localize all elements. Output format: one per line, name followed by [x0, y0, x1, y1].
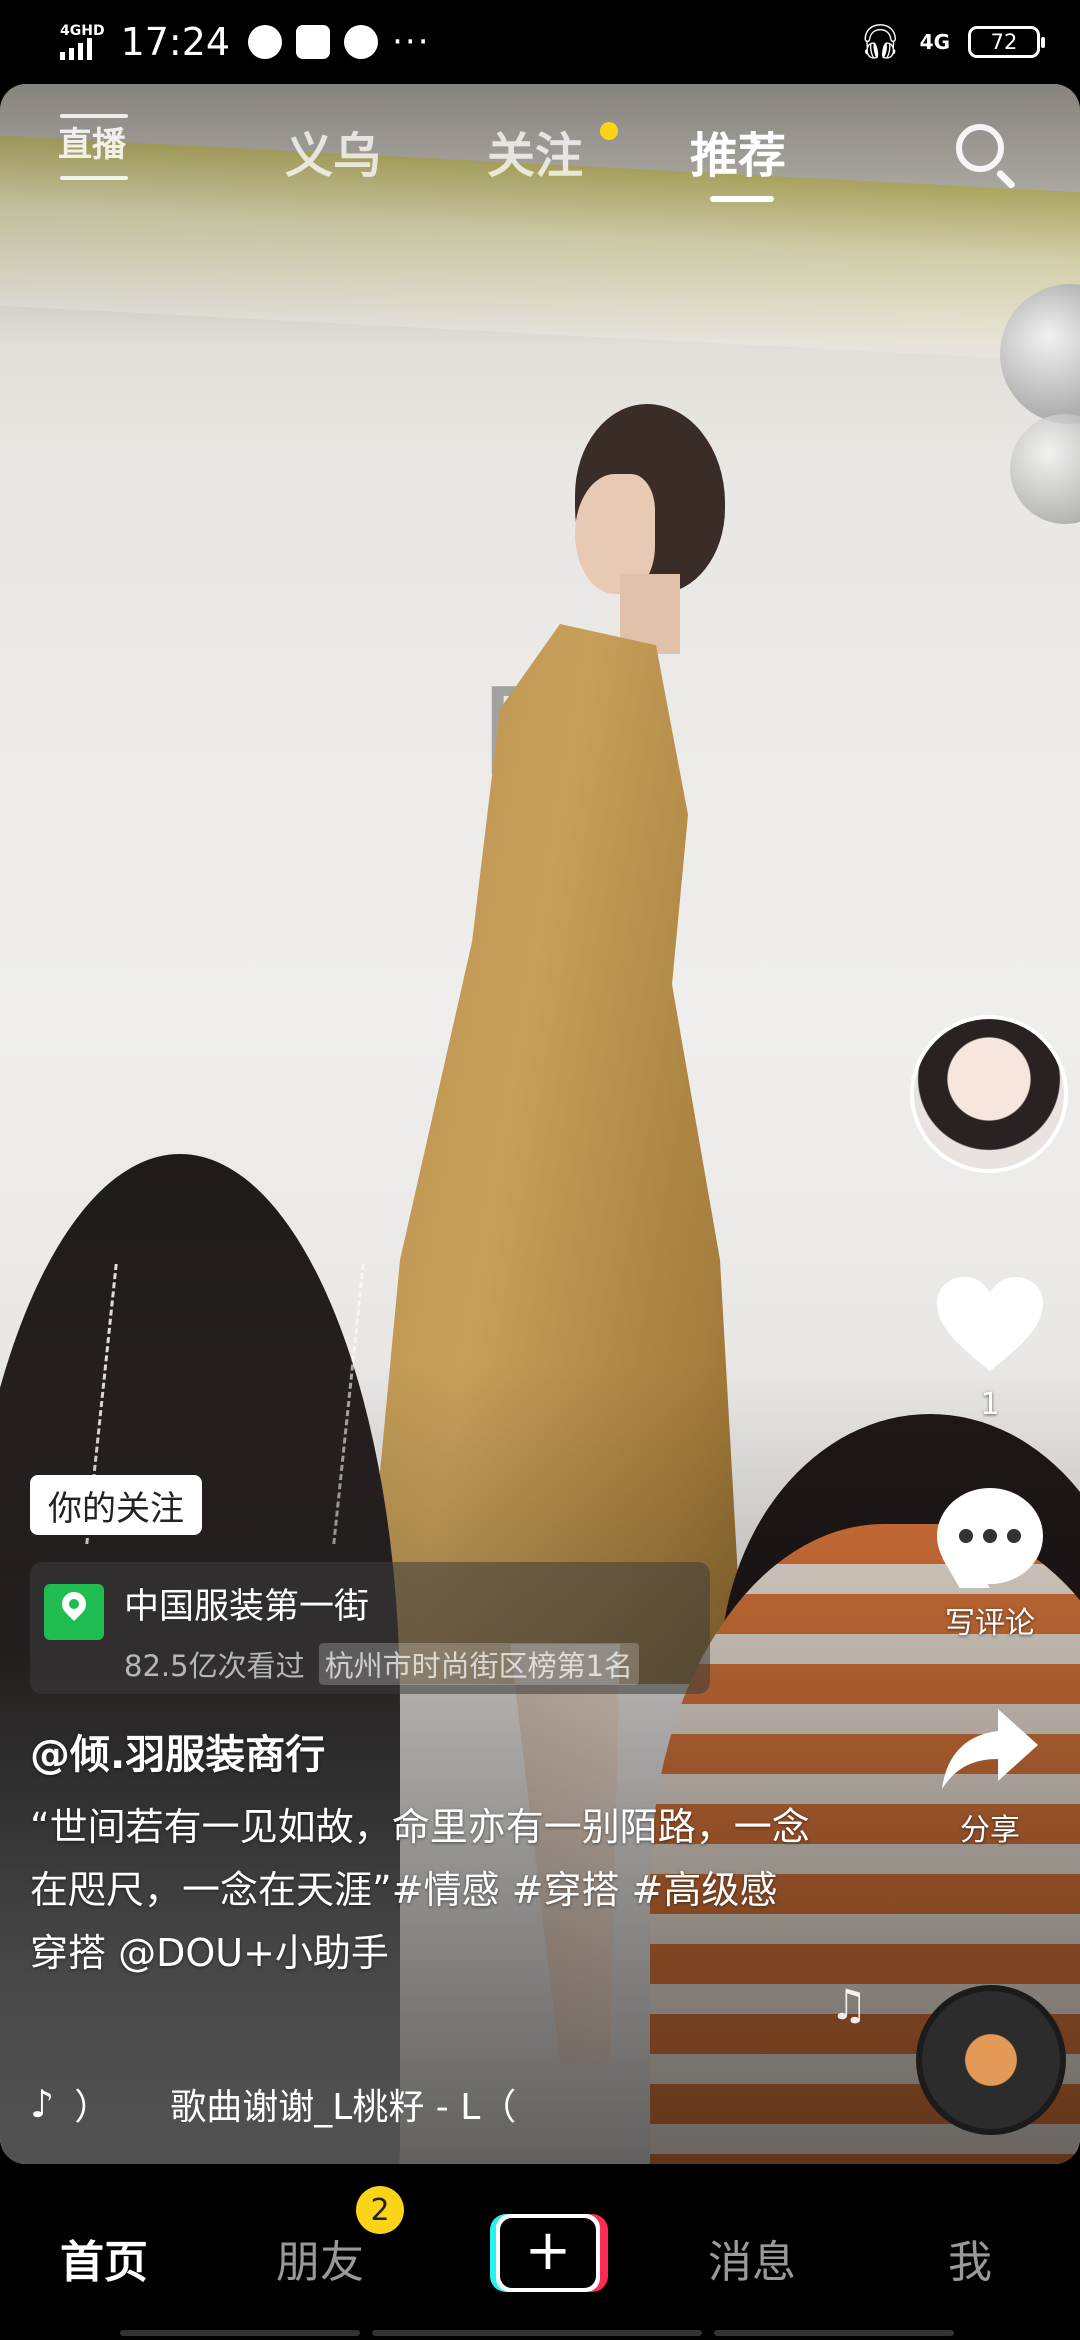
active-tab-indicator: [710, 196, 774, 202]
network-label: 4GHD: [60, 23, 105, 39]
share-label: 分享: [960, 1813, 1020, 1848]
app-notification-icon: [248, 25, 283, 59]
like-button[interactable]: 1: [905, 1275, 1075, 1435]
battery-icon: 72: [968, 26, 1045, 58]
live-line-bottom: [60, 176, 128, 180]
status-right: 🎧︎ 4G 72: [858, 22, 1045, 62]
music-prefix: ）: [74, 2087, 111, 2128]
tab-me[interactable]: 我: [948, 2226, 992, 2290]
comment-label: 写评论: [945, 1606, 1035, 1641]
message-app-icon: [296, 25, 331, 59]
tab-yiwu[interactable]: 义乌: [285, 116, 381, 186]
signal-bars-icon: [60, 38, 92, 60]
gesture-bar: [372, 2330, 702, 2336]
tab-following[interactable]: 关注: [487, 116, 583, 186]
top-nav: 直播 义乌 关注 推荐: [0, 84, 1080, 224]
chat-bubble-icon: [344, 25, 379, 59]
comment-icon: [937, 1488, 1043, 1584]
music-note-icon: ♫: [830, 1980, 868, 2029]
plus-icon: +: [500, 2218, 596, 2288]
location-name: 中国服装第一街: [124, 1587, 370, 1627]
following-tag: 你的关注: [30, 1475, 202, 1535]
bottom-tab-bar: 首页 朋友 2 + 消息 我: [0, 2164, 1080, 2340]
following-unread-dot: [600, 122, 618, 140]
heart-icon: [935, 1275, 1045, 1375]
more-notifications-icon: ···: [392, 22, 431, 62]
status-bar: 4GHD 17:24 ··· 🎧︎ 4G 72: [0, 0, 1080, 84]
headphones-icon: 🎧︎: [858, 22, 902, 62]
tab-friends[interactable]: 朋友: [276, 2226, 364, 2290]
location-views: 82.5亿次看过: [124, 1649, 305, 1683]
friends-badge: 2: [356, 2186, 404, 2234]
cell-label: 4G: [919, 30, 950, 54]
comment-button[interactable]: 写评论: [905, 1488, 1075, 1642]
live-line-top: [60, 114, 128, 118]
location-rank: 杭州市时尚街区榜第1名: [318, 1643, 640, 1685]
clock: 17:24: [120, 20, 231, 64]
music-disc[interactable]: [916, 1985, 1066, 2135]
music-title: 歌曲谢谢_L桃籽 - L（: [170, 2087, 517, 2128]
author-name[interactable]: @倾.羽服装商行: [30, 1722, 325, 1780]
tab-recommended[interactable]: 推荐: [690, 116, 786, 186]
gesture-bar: [714, 2330, 954, 2336]
video-caption[interactable]: “世间若有一见如故，命里亦有一别陌路，一念在咫尺，一念在天涯”#情感 #穿搭 #…: [30, 1796, 810, 1985]
tiktok-note-icon: ♪: [30, 2082, 55, 2126]
tab-home[interactable]: 首页: [60, 2226, 148, 2290]
location-pin-icon: [44, 1584, 104, 1640]
like-count: 1: [980, 1387, 1000, 1422]
tab-messages[interactable]: 消息: [708, 2226, 796, 2290]
balloon: [1010, 414, 1080, 524]
share-icon: [905, 1705, 1075, 1799]
gesture-bar: [120, 2330, 360, 2336]
location-text: 中国服装第一街 82.5亿次看过 杭州市时尚街区榜第1名: [124, 1578, 640, 1685]
location-card[interactable]: 中国服装第一街 82.5亿次看过 杭州市时尚街区榜第1名: [30, 1562, 710, 1694]
share-button[interactable]: 分享: [905, 1705, 1075, 1849]
create-button[interactable]: +: [490, 2214, 608, 2292]
screen: 4GHD 17:24 ··· 🎧︎ 4G 72 D: [0, 0, 1080, 2340]
author-avatar[interactable]: [910, 1015, 1068, 1173]
live-button[interactable]: 直播: [58, 114, 130, 184]
search-icon[interactable]: [954, 122, 1020, 190]
music-row[interactable]: ♪ ） 歌曲谢谢_L桃籽 - L（: [30, 2078, 516, 2130]
signal-indicator: 4GHD: [60, 24, 105, 60]
live-label: 直播: [58, 125, 126, 165]
location-meta: 82.5亿次看过 杭州市时尚街区榜第1名: [124, 1643, 640, 1685]
